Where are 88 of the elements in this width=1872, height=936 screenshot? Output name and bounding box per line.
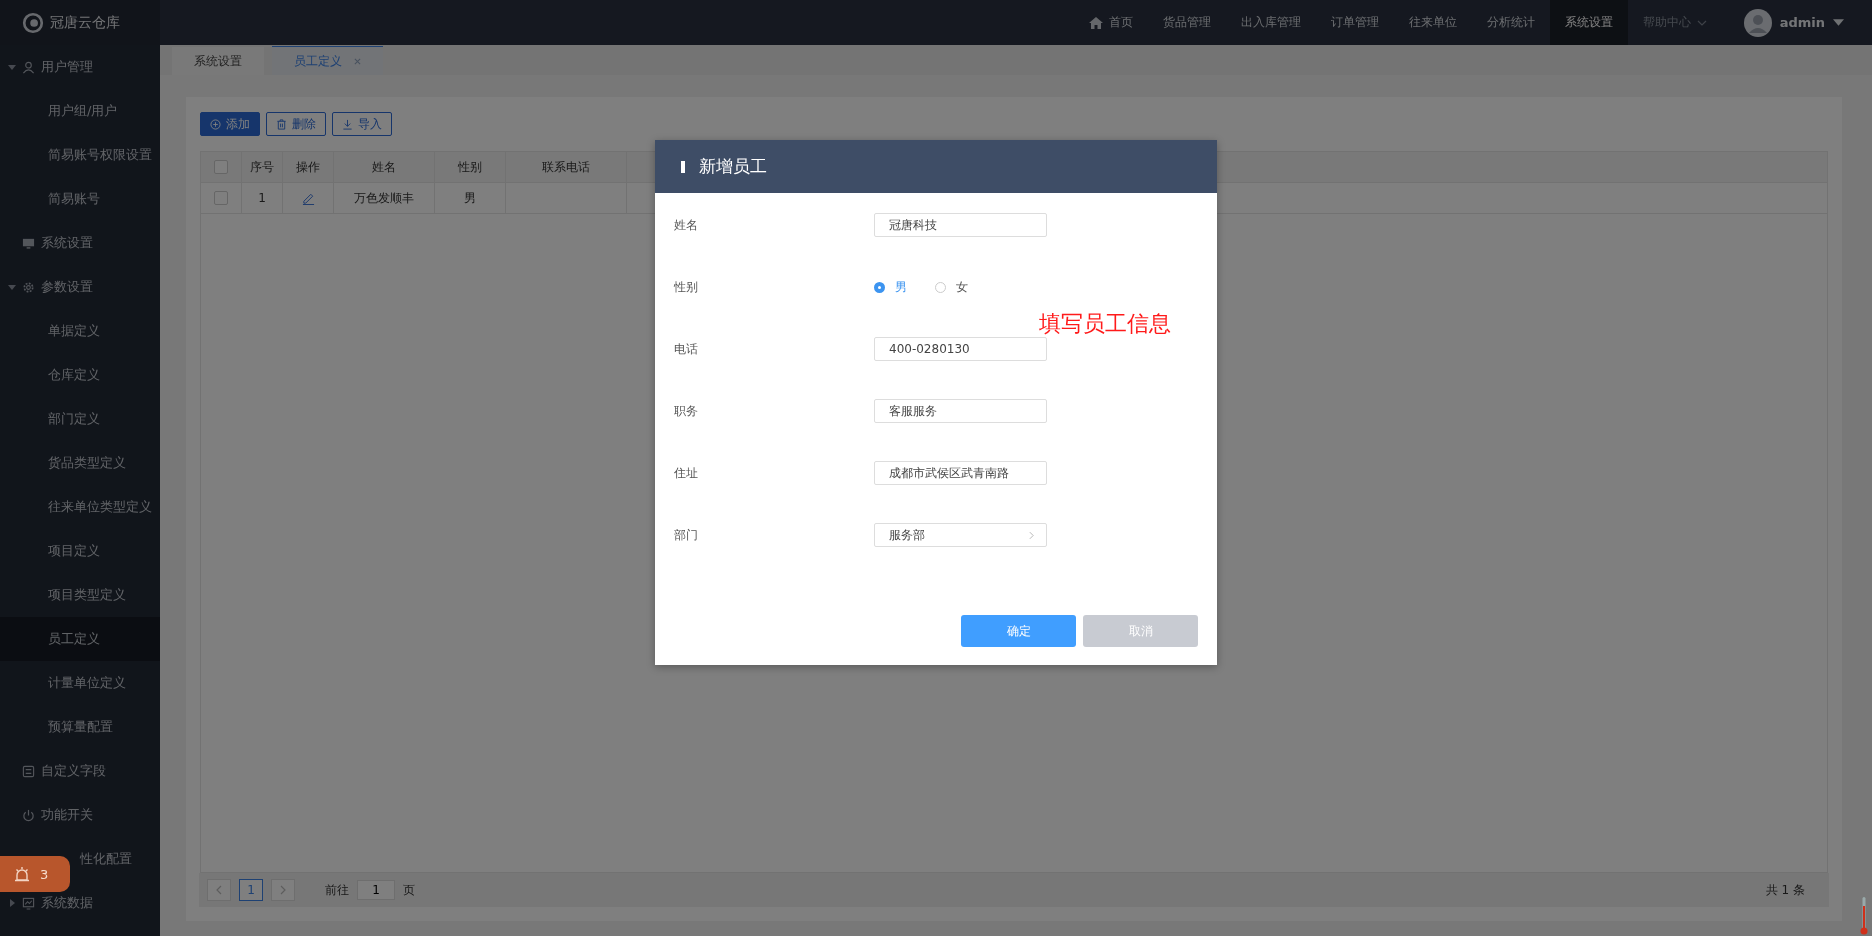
- field-label: 部门: [674, 527, 699, 544]
- user-name[interactable]: admin: [1779, 15, 1825, 30]
- sidebar-item[interactable]: 部门定义: [0, 397, 160, 441]
- alarm-icon: [14, 866, 30, 882]
- table-cell: 万色发顺丰: [354, 189, 414, 207]
- trash-icon: [276, 118, 287, 130]
- logo-icon: [22, 11, 44, 34]
- nav-item[interactable]: 往来单位: [1393, 0, 1472, 45]
- edit-pencil-icon[interactable]: [301, 191, 315, 205]
- user-icon: [22, 60, 35, 74]
- avatar-icon[interactable]: [1743, 8, 1772, 37]
- radio-option[interactable]: 男: [874, 279, 907, 296]
- nav-item[interactable]: 首页: [1073, 0, 1148, 45]
- sidebar-group-item[interactable]: 参数设置: [0, 265, 160, 309]
- sidebar-group-item[interactable]: 自定义字段: [0, 749, 160, 793]
- toolbar-button[interactable]: 删除: [266, 112, 326, 136]
- chevron-right-icon: [280, 885, 286, 895]
- chevron-right-icon: [1029, 530, 1034, 540]
- sidebar-item[interactable]: 简易账号: [0, 177, 160, 221]
- sidebar-item[interactable]: 简易账号权限设置: [0, 133, 160, 177]
- input-field[interactable]: 客服服务: [874, 399, 1047, 423]
- next-page-button[interactable]: [271, 879, 295, 901]
- nav-item[interactable]: 出入库管理: [1225, 0, 1316, 45]
- form-icon: [22, 764, 35, 778]
- toolbar-button[interactable]: 导入: [332, 112, 392, 136]
- input-field[interactable]: 冠唐科技: [874, 213, 1047, 237]
- tab[interactable]: 系统设置: [172, 47, 264, 75]
- sidebar-item[interactable]: 项目类型定义: [0, 573, 160, 617]
- annotation-text: 填写员工信息: [1039, 310, 1171, 338]
- nav-item[interactable]: 货品管理: [1147, 0, 1226, 45]
- page-unit-label: 页: [403, 881, 415, 899]
- chevron-left-icon: [216, 885, 222, 895]
- notification-badge[interactable]: 3: [0, 856, 70, 892]
- field-label: 职务: [674, 403, 699, 420]
- table-cell: 1: [258, 191, 266, 205]
- field-label: 电话: [674, 341, 699, 358]
- nav-item[interactable]: 订单管理: [1315, 0, 1394, 45]
- gear-icon: [22, 280, 35, 294]
- radio-option[interactable]: 女: [935, 279, 968, 296]
- sidebar-item[interactable]: 仓库定义: [0, 353, 160, 397]
- field-label: 性别: [674, 279, 699, 296]
- sidebar-item[interactable]: 项目定义: [0, 529, 160, 573]
- thermometer-icon: [1860, 896, 1868, 936]
- close-icon[interactable]: [354, 57, 361, 65]
- home-icon: [1088, 16, 1103, 29]
- monitor-icon: [22, 236, 35, 250]
- column-header: 序号: [242, 152, 283, 182]
- sidebar-group-item[interactable]: 功能开关: [0, 793, 160, 837]
- row-checkbox[interactable]: [214, 191, 228, 205]
- sidebar-group-item[interactable]: 用户管理: [0, 45, 160, 89]
- total-count: 共 1 条: [1765, 881, 1805, 899]
- table-cell: 男: [464, 189, 476, 207]
- plus-circle-icon: [210, 118, 221, 130]
- chevron-icon: [1696, 19, 1707, 26]
- sidebar-item[interactable]: 预算量配置: [0, 705, 160, 749]
- nav-item[interactable]: 系统设置: [1549, 0, 1628, 45]
- sidebar-item[interactable]: 往来单位类型定义: [0, 485, 160, 529]
- nav-item[interactable]: 分析统计: [1471, 0, 1550, 45]
- sidebar-group-item[interactable]: 系统设置: [0, 221, 160, 265]
- column-header: 联系电话: [506, 152, 627, 182]
- dialog-button[interactable]: 确定: [961, 615, 1076, 647]
- page-input-field[interactable]: 1: [357, 880, 395, 900]
- previous-page-button[interactable]: [207, 879, 231, 901]
- sidebar-item[interactable]: 员工定义: [0, 617, 160, 661]
- input-field[interactable]: 400-0280130: [874, 337, 1047, 361]
- app-name: 冠唐云仓库: [50, 13, 120, 32]
- sidebar-item[interactable]: 计量单位定义: [0, 661, 160, 705]
- download-icon: [342, 118, 353, 130]
- column-header: 姓名: [334, 152, 435, 182]
- select-field[interactable]: 服务部: [874, 523, 1047, 547]
- goto-label: 前往: [325, 881, 349, 899]
- sidebar-item[interactable]: 用户组/用户: [0, 89, 160, 133]
- field-label: 姓名: [674, 217, 699, 234]
- field-label: 住址: [674, 465, 699, 482]
- input-field[interactable]: 成都市武侯区武青南路: [874, 461, 1047, 485]
- toolbar-button[interactable]: 添加: [200, 112, 260, 136]
- column-header: 操作: [283, 152, 334, 182]
- column-header: 性别: [435, 152, 506, 182]
- page-number-button[interactable]: 1: [239, 879, 263, 901]
- sidebar-item[interactable]: 单据定义: [0, 309, 160, 353]
- title-marker-icon: [681, 160, 685, 173]
- caret-icon[interactable]: [1833, 19, 1844, 26]
- radio-button[interactable]: [874, 282, 885, 293]
- power-icon: [22, 808, 35, 822]
- chart-board-icon: [22, 896, 35, 910]
- sidebar-item[interactable]: 货品类型定义: [0, 441, 160, 485]
- dialog-title: 新增员工: [699, 155, 767, 178]
- select-all-checkbox[interactable]: [214, 160, 228, 174]
